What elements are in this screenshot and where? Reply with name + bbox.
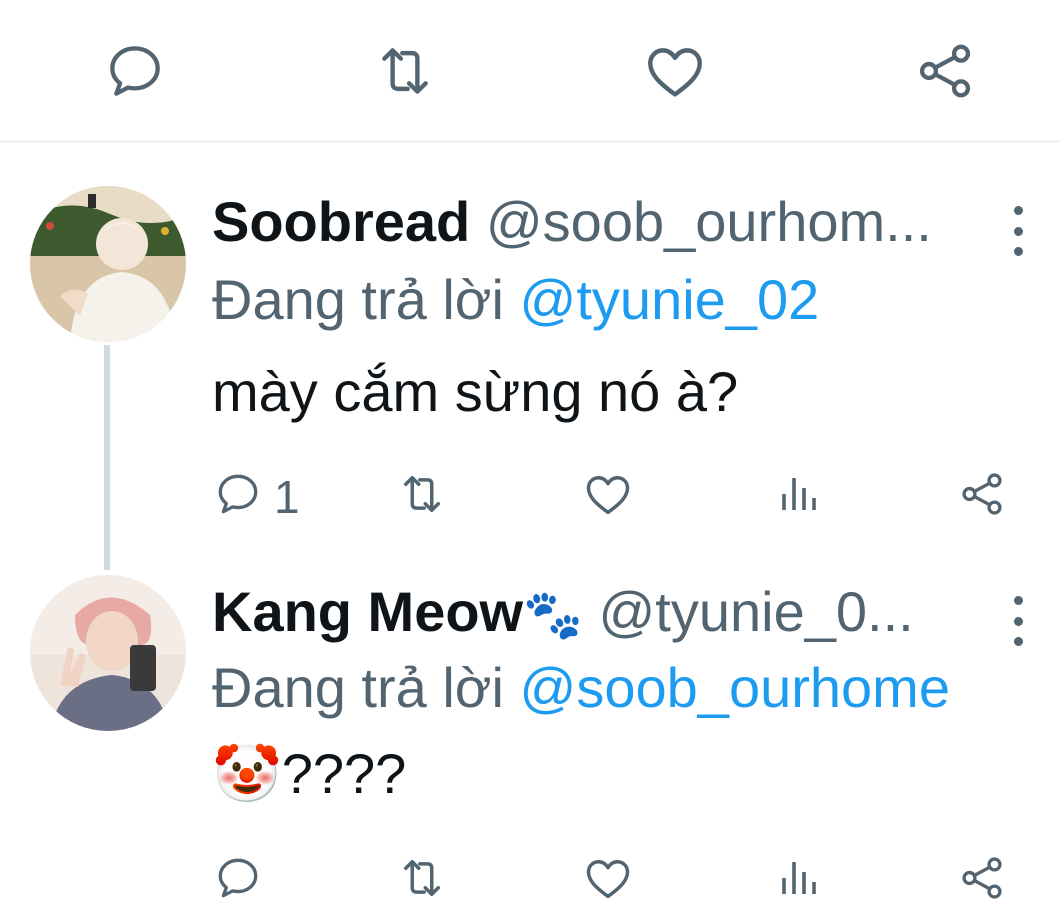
replying-to-label: Đang trả lời	[212, 268, 504, 331]
clown-emoji: 🤡	[212, 742, 282, 805]
retweet-icon[interactable]	[394, 850, 450, 906]
reply-icon[interactable]	[210, 850, 266, 906]
paw-emoji: 🐾	[523, 589, 583, 642]
replying-to-label: Đang trả lời	[212, 656, 504, 719]
mention-link[interactable]: @soob_ourhome	[520, 656, 950, 719]
reply-icon[interactable]	[210, 466, 266, 522]
user-handle[interactable]: @soob_ourhom...	[486, 190, 932, 253]
tweet-header: Soobread @soob_ourhom...	[212, 190, 932, 254]
share-icon[interactable]	[954, 466, 1010, 522]
thread-line	[104, 345, 110, 570]
display-name[interactable]: Kang Meow	[212, 580, 523, 643]
mention-link[interactable]: @tyunie_02	[520, 268, 820, 331]
share-icon[interactable]	[954, 850, 1010, 906]
more-options-icon[interactable]	[1004, 206, 1032, 256]
display-name[interactable]: Soobread	[212, 190, 470, 253]
tweet-text-content: ????	[281, 742, 407, 805]
retweet-icon[interactable]	[370, 36, 440, 106]
tweet-text: 🤡????	[212, 742, 406, 806]
tweet-text: mày cắm sừng nó à?	[212, 360, 739, 423]
user-handle[interactable]: @tyunie_0...	[598, 580, 913, 643]
reply-icon[interactable]	[100, 36, 170, 106]
tweet-header: Kang Meow🐾 @tyunie_0...	[212, 580, 914, 648]
analytics-icon[interactable]	[770, 466, 826, 522]
avatar[interactable]	[30, 186, 186, 342]
like-icon[interactable]	[640, 36, 710, 106]
share-icon[interactable]	[910, 36, 980, 106]
tweet-action-bar	[0, 0, 1060, 143]
reply-count: 1	[274, 471, 300, 523]
more-options-icon[interactable]	[1004, 596, 1032, 646]
like-icon[interactable]	[580, 850, 636, 906]
replying-to: Đang trả lời @soob_ourhome	[212, 656, 950, 720]
replying-to: Đang trả lời @tyunie_02	[212, 268, 819, 332]
retweet-icon[interactable]	[394, 466, 450, 522]
avatar[interactable]	[30, 575, 186, 731]
analytics-icon[interactable]	[770, 850, 826, 906]
like-icon[interactable]	[580, 466, 636, 522]
